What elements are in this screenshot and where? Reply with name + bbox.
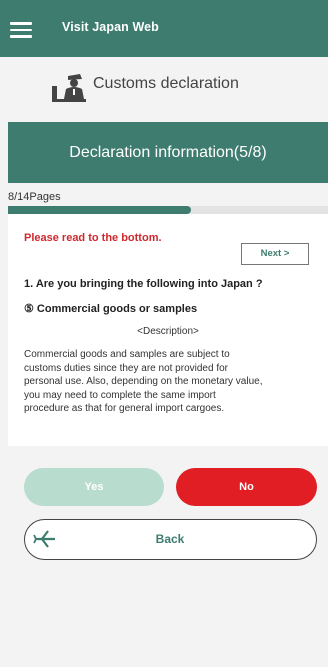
- progress-fill: [8, 206, 191, 214]
- description-line: customs duties since they are not provid…: [24, 362, 228, 374]
- app-header: Visit Japan Web: [0, 0, 328, 57]
- progress-bar: [8, 206, 328, 214]
- content-panel: Please read to the bottom. Next > 1. Are…: [8, 214, 328, 446]
- description-heading: <Description>: [137, 326, 199, 337]
- declaration-item: ⑤ Commercial goods or samples: [24, 303, 198, 315]
- question-text: 1. Are you bringing the following into J…: [24, 278, 263, 290]
- read-note: Please read to the bottom.: [24, 232, 162, 244]
- no-button[interactable]: No: [176, 468, 317, 506]
- description-line: personal use. Also, depending on the mon…: [24, 376, 263, 388]
- back-button[interactable]: Back: [24, 519, 317, 560]
- declaration-banner: Declaration information(5/8): [8, 122, 328, 183]
- back-label: Back: [155, 532, 185, 546]
- description-text: Commercial goods and samples are subject…: [24, 348, 324, 416]
- description-line: procedure as that for general import car…: [24, 403, 225, 415]
- app-title: Visit Japan Web: [62, 20, 159, 34]
- description-line: you may need to complete the same import: [24, 389, 216, 401]
- banner-title: Declaration information(5/8): [69, 143, 267, 161]
- hamburger-menu-icon[interactable]: [10, 22, 32, 38]
- section-title: Customs declaration: [93, 75, 239, 92]
- description-line: Commercial goods and samples are subject…: [24, 349, 230, 360]
- customs-officer-icon: [52, 74, 86, 102]
- yes-button[interactable]: Yes: [24, 468, 164, 506]
- page-counter: 8/14Pages: [8, 191, 61, 203]
- next-button[interactable]: Next >: [241, 243, 309, 265]
